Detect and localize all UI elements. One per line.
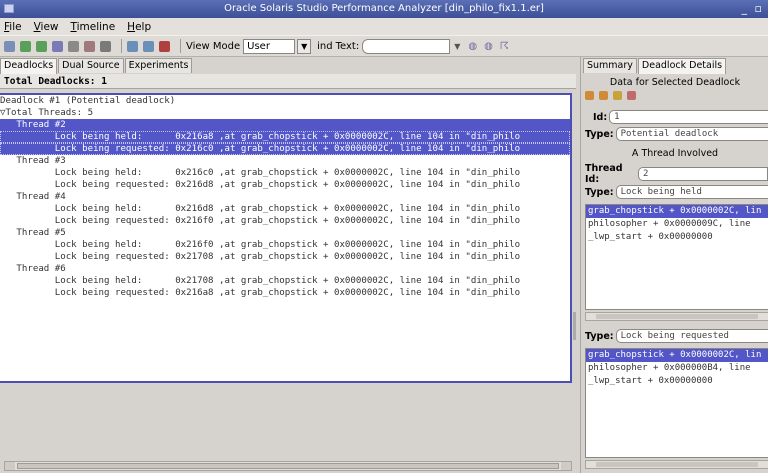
left-tab-strip: Deadlocks Dual Source Experiments [0,58,193,74]
req-stack-scrollbar[interactable] [585,460,768,469]
menu-file[interactable]: File [4,21,22,33]
lock-row[interactable]: Lock being requested: 0x216f0 ,at grab_c… [0,215,570,227]
filter-icon[interactable] [127,40,138,52]
menu-view[interactable]: View [34,21,59,33]
lock-row[interactable]: Lock being held: 0x216a8 ,at grab_chopst… [0,131,570,143]
right-tab-strip: Summary Deadlock Details [583,58,727,74]
tab-dual-source[interactable]: Dual Source [58,58,124,73]
view-mode-select[interactable]: User [243,38,296,54]
stack-frame-row[interactable]: _lwp_start + 0x00000000 [586,375,768,388]
lock-row[interactable]: Lock being requested: 0x216c0 ,at grab_c… [0,143,570,155]
find-next-icon[interactable]: ◍ [484,41,493,52]
find-case-icon[interactable]: ☈ [500,41,509,52]
thread-section-title: A Thread Involved [631,148,719,159]
lock-row[interactable]: Lock being requested: 0x21708 ,at grab_c… [0,251,570,263]
id-field: Id: 1 [585,110,768,124]
find-label: ind [317,40,333,52]
type-field: Type: Potential deadlock [585,127,768,141]
find-previous-icon[interactable]: ◍ [468,41,477,52]
tab-deadlocks[interactable]: Deadlocks [0,58,58,74]
scroll-left-icon[interactable] [5,462,15,470]
deadlock-tree[interactable]: Deadlock #1 (Potential deadlock) ▽Total T… [0,93,572,383]
open-experiment-icon[interactable] [4,40,15,52]
stack-frame-row[interactable]: _lwp_start + 0x00000000 [586,231,768,244]
toolbar-separator [180,39,181,53]
title-bar: Oracle Solaris Studio Performance Analyz… [0,0,768,18]
deadlocks-panel: Deadlocks Dual Source Experiments Total … [0,57,576,473]
lock-row[interactable]: Lock being held: 0x216c0 ,at grab_chopst… [0,167,570,179]
details-panel: Summary Deadlock Details Data for Select… [580,57,768,473]
thread-id-label: Thread Id: [585,163,623,185]
save-icon[interactable] [52,40,63,52]
export-icon[interactable] [84,40,95,52]
compare-icon[interactable] [20,40,31,52]
scroll-thumb[interactable] [17,463,559,469]
details-header: Data for Selected Deadlock [609,77,741,88]
forward-icon[interactable] [599,91,608,100]
id-label: Id: [593,111,608,123]
details-nav-icons [585,91,641,100]
tab-experiments[interactable]: Experiments [124,58,193,73]
type-value[interactable]: Potential deadlock [615,127,768,141]
settings-icon[interactable] [100,40,111,52]
bookmark-icon[interactable] [627,91,636,100]
view-mode-label: View Mode [186,40,241,52]
thread-row[interactable]: Thread #3 [0,155,570,167]
stack-frame-row[interactable]: philosopher + 0x0000009C, line [586,218,768,231]
tab-deadlock-details[interactable]: Deadlock Details [637,58,727,74]
print-icon[interactable] [68,40,79,52]
type-label: Type: [585,128,614,140]
view-mode-dropdown-icon[interactable]: ▼ [297,38,312,54]
menu-timeline[interactable]: Timeline [71,21,116,33]
home-icon[interactable] [613,91,622,100]
collect-icon[interactable] [36,40,47,52]
menu-bar: File View Timeline Help [0,18,768,35]
splitter-grip[interactable] [573,312,576,340]
req-type-field: Type: Lock being requested [585,329,768,343]
thread-row[interactable]: Thread #6 [0,263,570,275]
req-type-value[interactable]: Lock being requested [615,329,768,343]
stack-frame-row[interactable]: grab_chopstick + 0x0000002C, lin [586,205,768,218]
scroll-thumb[interactable] [596,314,758,319]
held-type-field: Type: Lock being held [585,185,768,199]
held-stack-scrollbar[interactable] [585,312,768,321]
thread-row[interactable]: Thread #4 [0,191,570,203]
tab-summary[interactable]: Summary [583,58,637,73]
back-icon[interactable] [585,91,594,100]
stack-frame-row[interactable]: grab_chopstick + 0x0000002C, lin [586,349,768,362]
scroll-right-icon[interactable] [561,462,571,470]
lock-row[interactable]: Lock being held: 0x21708 ,at grab_chopst… [0,275,570,287]
find-history-icon[interactable]: ▼ [454,42,460,51]
req-stack-list[interactable]: grab_chopstick + 0x0000002C, lin philosop… [585,348,768,458]
stack-frame-row[interactable]: philosopher + 0x000000B4, line [586,362,768,375]
lock-row[interactable]: Lock being held: 0x216d8 ,at grab_chopst… [0,203,570,215]
horizontal-scrollbar[interactable] [4,461,572,471]
window-title: Oracle Solaris Studio Performance Analyz… [224,3,544,14]
lock-row[interactable]: Lock being requested: 0x216a8 ,at grab_c… [0,287,570,299]
toolbar-separator [121,39,122,53]
held-type-value[interactable]: Lock being held [615,185,768,199]
text-label: Text: [335,40,360,52]
total-deadlocks: Total Deadlocks: 1 [0,74,576,89]
id-value[interactable]: 1 [609,110,768,124]
tree-row[interactable]: ▽Total Threads: 5 [0,107,570,119]
filter-funnel-icon[interactable] [143,40,154,52]
thread-row[interactable]: Thread #2 [0,119,570,131]
lock-row[interactable]: Lock being held: 0x216f0 ,at grab_chopst… [0,239,570,251]
req-type-label: Type: [585,330,614,342]
lock-row[interactable]: Lock being requested: 0x216d8 ,at grab_c… [0,179,570,191]
find-text-input[interactable] [362,38,451,54]
window-controls[interactable]: _ ▫ [742,2,764,15]
scroll-thumb[interactable] [596,462,758,467]
held-type-label: Type: [585,186,614,198]
tree-row[interactable]: Deadlock #1 (Potential deadlock) [0,95,570,107]
thread-row[interactable]: Thread #5 [0,227,570,239]
toolbar: View Mode User ▼ ind Text: ▼ ◍ ◍ ☈ [0,35,768,57]
thread-id-field: Thread Id: 2 [585,163,768,185]
menu-help[interactable]: Help [127,21,151,33]
reset-icon[interactable] [159,40,170,52]
held-stack-list[interactable]: grab_chopstick + 0x0000002C, lin philosop… [585,204,768,310]
thread-id-value[interactable]: 2 [637,167,768,181]
